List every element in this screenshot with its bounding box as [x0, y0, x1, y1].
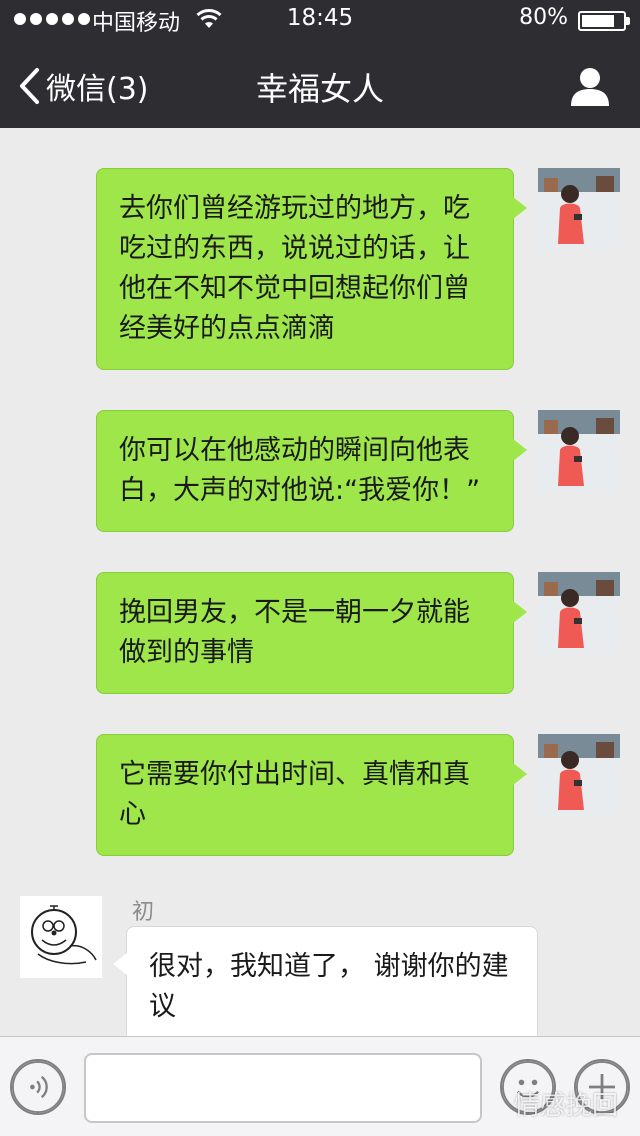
battery-level-fill	[582, 15, 614, 27]
top-bar: 中国移动 18:45 80% 微信(3) 幸福女人	[0, 0, 640, 128]
battery-icon	[578, 11, 630, 31]
status-bar: 中国移动 18:45 80%	[0, 0, 640, 40]
chat-title: 幸福女人	[255, 70, 384, 108]
message-bubble[interactable]: 去你们曾经游玩过的地方，吃吃过的东西，说说过的话，让他在不知不觉中回想起你们曾经…	[96, 168, 527, 370]
user-avatar[interactable]	[538, 410, 620, 492]
input-bar: 情感挽回	[0, 1036, 640, 1136]
message-list[interactable]: 去你们曾经游玩过的地方，吃吃过的东西，说说过的话，让他在不知不觉中回想起你们曾经…	[0, 128, 640, 1036]
user-avatar[interactable]	[538, 734, 620, 816]
user-avatar[interactable]	[538, 572, 620, 654]
contact-avatar[interactable]	[20, 896, 102, 978]
message-text: 它需要你付出时间、真情和真心	[119, 759, 470, 830]
message-text: 挽回男友，不是一朝一夕就能做到的事情	[119, 597, 470, 668]
message-bubble[interactable]: 它需要你付出时间、真情和真心	[96, 734, 527, 856]
navigation-bar: 微信(3) 幸福女人	[0, 40, 640, 128]
message-bubble[interactable]: 你可以在他感动的瞬间向他表白，大声的对他说:“我爱你！”	[96, 410, 527, 532]
voice-input-button[interactable]	[10, 1059, 66, 1115]
watermark-text: 情感挽回	[513, 1091, 618, 1121]
message-text: 你可以在他感动的瞬间向他表白，大声的对他说:“我爱你！”	[119, 435, 481, 506]
message-bubble[interactable]: 很对，我知道了， 谢谢你的建议	[113, 926, 538, 1036]
message-text: 去你们曾经游玩过的地方，吃吃过的东西，说说过的话，让他在不知不觉中回想起你们曾经…	[119, 193, 470, 344]
message-bubble[interactable]: 挽回男友，不是一朝一夕就能做到的事情	[96, 572, 527, 694]
user-avatar[interactable]	[538, 168, 620, 250]
battery-percentage: 80%	[519, 5, 568, 30]
message-text: 很对，我知道了， 谢谢你的建议	[149, 951, 509, 1022]
message-input[interactable]	[84, 1053, 482, 1123]
profile-icon[interactable]	[570, 66, 610, 106]
